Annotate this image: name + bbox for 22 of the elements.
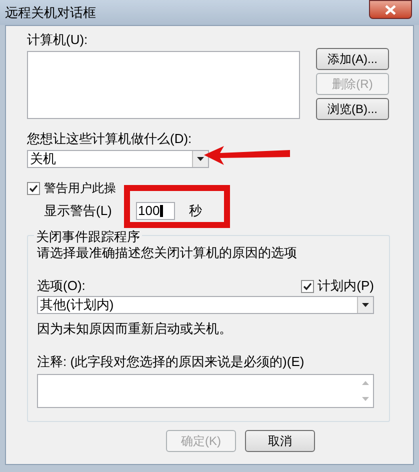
checkbox[interactable] [300,280,314,292]
close-button[interactable] [369,0,412,19]
action-dropdown[interactable]: 关机 [27,150,209,168]
instruction-text: 请选择最准确描述您关闭计算机的原因的选项 [37,245,298,261]
description-text: 因为未知原因而重新启动或关机。 [37,321,233,337]
field-label: 计算机(U): [27,32,89,48]
close-icon [385,4,396,14]
checkbox-label: 计划内(P) [318,277,374,296]
add-button[interactable]: 添加(A)... [316,48,389,70]
seconds-input[interactable]: 100 [136,202,175,220]
checkbox-label: 警告用户此操 [44,180,116,197]
checkbox[interactable] [27,182,40,194]
field-label: 显示警告(L) [44,202,113,220]
group-title: 关闭事件跟踪程序 [34,227,142,246]
field-label: 您想让这些计算机做什么(D): [27,131,193,147]
field-label: 注释: (此字段对您选择的原因来说是必须的)(E) [37,354,306,370]
reason-dropdown[interactable]: 其他(计划内) [37,296,374,314]
cancel-button[interactable]: 取消 [245,430,315,452]
field-label: 选项(O): [37,277,86,296]
browse-button[interactable]: 浏览(B)... [316,98,389,120]
unit-label: 秒 [189,202,202,220]
window-title: 远程关机对话框 [5,4,96,22]
